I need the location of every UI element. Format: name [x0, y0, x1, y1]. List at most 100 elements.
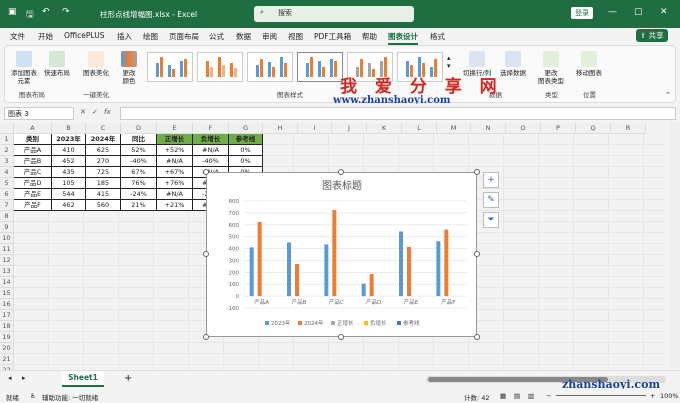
table-header-cell[interactable]: 类别 [14, 134, 52, 145]
vertical-scrollbar[interactable] [670, 123, 680, 368]
table-header-cell[interactable]: 参考线 [229, 134, 263, 145]
table-cell[interactable]: 产品D [14, 178, 52, 189]
row-header-9[interactable]: 9 [0, 222, 14, 233]
table-cell[interactable]: 725 [86, 167, 121, 178]
resize-handle-bl[interactable] [203, 334, 209, 340]
column-header-O[interactable]: O [506, 123, 541, 134]
table-cell[interactable]: 415 [86, 189, 121, 200]
menu-item-11[interactable]: 帮助 [362, 31, 377, 42]
table-cell[interactable]: #N/A [193, 145, 229, 156]
table-cell[interactable]: 452 [52, 156, 86, 167]
zoom-in-icon[interactable]: + [650, 392, 655, 400]
table-cell[interactable]: -40% [121, 156, 157, 167]
resize-handle-bm[interactable] [338, 334, 344, 340]
table-header-cell[interactable]: 负增长 [193, 134, 229, 145]
column-header-H[interactable]: H [263, 123, 298, 134]
menu-item-1[interactable]: 开始 [38, 31, 53, 42]
table-cell[interactable]: #N/A [157, 156, 193, 167]
share-button[interactable]: ⇪ 共享 [636, 29, 668, 42]
status-accessibility[interactable]: 辅助功能: 一切就绪 [42, 392, 98, 402]
row-header-15[interactable]: 15 [0, 288, 14, 299]
menu-item-7[interactable]: 数据 [236, 31, 251, 42]
resize-handle-tl[interactable] [203, 169, 209, 175]
table-cell[interactable]: #N/A [157, 189, 193, 200]
table-cell[interactable]: +52% [157, 145, 193, 156]
column-header-B[interactable]: B [52, 123, 86, 134]
row-header-2[interactable]: 2 [0, 145, 14, 156]
menu-item-10[interactable]: PDF工具箱 [314, 31, 351, 42]
chart-style-3[interactable] [247, 52, 293, 82]
fx-icon[interactable]: fx [104, 108, 111, 116]
menu-item-8[interactable]: 审阅 [262, 31, 277, 42]
maximize-icon[interactable]: ▢ [634, 7, 643, 17]
cancel-icon[interactable]: ✕ [80, 108, 86, 116]
chart-elements-plus-icon[interactable]: + [483, 172, 499, 188]
chart-filter-icon[interactable]: ⏷ [483, 212, 499, 228]
table-cell[interactable]: 产品B [14, 156, 52, 167]
move-chart-button[interactable]: 移动图表 [573, 51, 605, 77]
row-header-10[interactable]: 10 [0, 233, 14, 244]
column-header-Q[interactable]: Q [576, 123, 611, 134]
resize-handle-ml[interactable] [203, 251, 209, 257]
menu-item-2[interactable]: OfficePLUS [64, 31, 104, 40]
resize-handle-tr[interactable] [474, 169, 480, 175]
menu-item-5[interactable]: 页面布局 [169, 31, 199, 42]
column-header-D[interactable]: D [121, 123, 157, 134]
row-header-17[interactable]: 17 [0, 310, 14, 321]
quick-layout-button[interactable]: 快速布局 [43, 51, 71, 77]
collapse-ribbon-icon[interactable]: ⌃ [665, 91, 671, 99]
resize-handle-br[interactable] [474, 334, 480, 340]
row-header-20[interactable]: 20 [0, 343, 14, 354]
accessibility-icon[interactable]: ♿ [30, 392, 36, 400]
page-layout-icon[interactable]: ▤ [514, 392, 520, 400]
add-sheet-icon[interactable]: + [124, 373, 132, 384]
styles-scroll-icon[interactable]: ▴ ▾ [447, 54, 451, 70]
column-header-M[interactable]: M [437, 123, 471, 134]
column-header-I[interactable]: I [298, 123, 332, 134]
menu-item-9[interactable]: 视图 [288, 31, 303, 42]
column-header-A[interactable]: A [14, 123, 52, 134]
change-chart-type-button[interactable]: 更改 图表类型 [535, 51, 567, 85]
row-header-12[interactable]: 12 [0, 255, 14, 266]
change-colors-button[interactable]: 更改 颜色 [117, 51, 141, 85]
chart-style-1[interactable] [147, 52, 193, 82]
column-header-J[interactable]: J [332, 123, 367, 134]
table-cell[interactable]: 410 [52, 145, 86, 156]
name-box[interactable]: 图表 3 [4, 107, 74, 120]
table-cell[interactable]: 产品A [14, 145, 52, 156]
row-header-5[interactable]: 5 [0, 178, 14, 189]
row-header-1[interactable]: 1 [0, 134, 14, 145]
zoom-slider[interactable] [556, 395, 646, 396]
save-icon[interactable]: 🖫 [26, 7, 34, 23]
row-header-13[interactable]: 13 [0, 266, 14, 277]
table-cell[interactable]: 105 [52, 178, 86, 189]
zoom-level[interactable]: 100% [660, 392, 679, 400]
table-cell[interactable]: 52% [121, 145, 157, 156]
chart-beautify-button[interactable]: 图表美化 [81, 51, 111, 77]
table-cell[interactable]: +67% [157, 167, 193, 178]
chart-style-2[interactable] [197, 52, 243, 82]
resize-handle-mr[interactable] [474, 251, 480, 257]
normal-view-icon[interactable]: ▦ [500, 392, 506, 400]
table-cell[interactable]: 产品F [14, 200, 52, 211]
table-cell[interactable]: 76% [121, 178, 157, 189]
column-header-L[interactable]: L [402, 123, 437, 134]
zoom-out-icon[interactable]: − [546, 392, 551, 400]
undo-icon[interactable]: ↶ [42, 7, 50, 17]
column-header-F[interactable]: F [193, 123, 229, 134]
row-header-7[interactable]: 7 [0, 200, 14, 211]
table-cell[interactable]: +21% [157, 200, 193, 211]
table-cell[interactable]: 544 [52, 189, 86, 200]
table-header-cell[interactable]: 2024年 [86, 134, 121, 145]
table-cell[interactable]: 21% [121, 200, 157, 211]
row-header-11[interactable]: 11 [0, 244, 14, 255]
next-sheet-icon[interactable]: ▸ [22, 374, 26, 382]
column-header-R[interactable]: R [611, 123, 646, 134]
column-header-C[interactable]: C [86, 123, 121, 134]
table-cell[interactable]: 270 [86, 156, 121, 167]
row-header-4[interactable]: 4 [0, 167, 14, 178]
table-cell[interactable]: 462 [52, 200, 86, 211]
row-header-19[interactable]: 19 [0, 332, 14, 343]
table-cell[interactable]: 560 [86, 200, 121, 211]
row-header-14[interactable]: 14 [0, 277, 14, 288]
